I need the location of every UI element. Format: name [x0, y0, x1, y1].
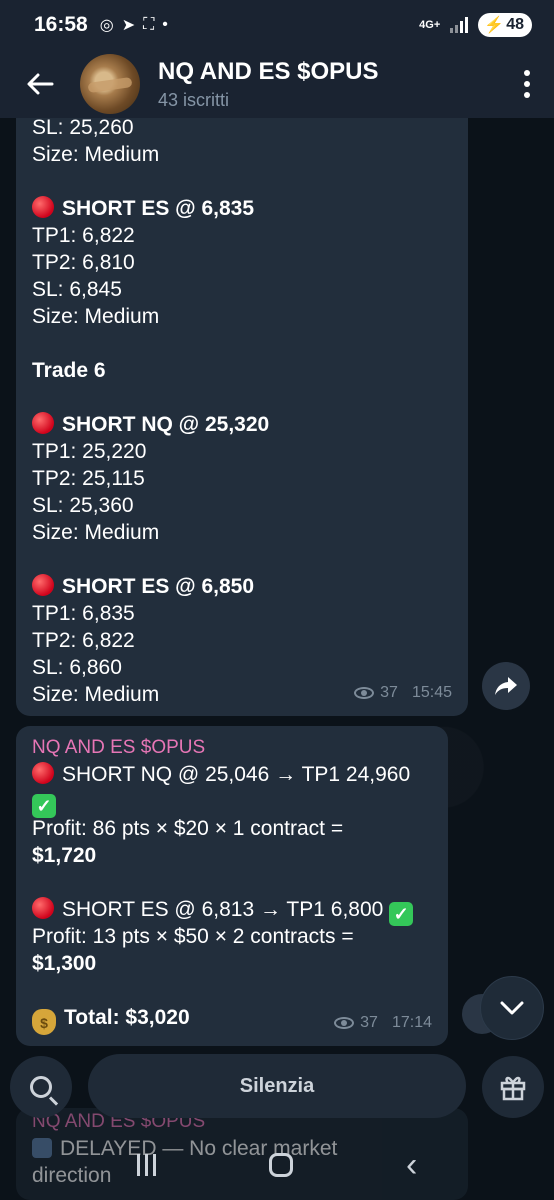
recent-apps-button[interactable]	[136, 1154, 156, 1176]
channel-info[interactable]: NQ AND ES $OPUS 43 iscritti	[158, 58, 379, 111]
battery-level: 48	[506, 16, 524, 33]
dot-icon: •	[162, 16, 168, 33]
trade-result: SHORT ES @ 6,813 → TP1 6,800	[62, 898, 384, 921]
gift-icon	[500, 1076, 526, 1101]
eye-icon	[334, 1016, 355, 1029]
red-circle-icon	[32, 574, 54, 596]
notification-icons: ◎ ➤ ⛶ •	[100, 15, 168, 35]
chat-header: NQ AND ES $OPUS 43 iscritti	[0, 50, 554, 118]
signal-icon	[450, 17, 469, 33]
eye-icon	[354, 686, 375, 699]
channel-avatar[interactable]	[80, 54, 140, 114]
battery-indicator: ⚡ 48	[478, 13, 532, 37]
charging-icon: ⚡	[484, 17, 505, 34]
message-bubble[interactable]: SL: 25,260 Size: Medium SHORT ES @ 6,835…	[16, 100, 468, 716]
nav-back-button[interactable]: ‹	[406, 1148, 417, 1182]
message-line: SL: 25,260	[32, 116, 134, 139]
message-line: TP1: 25,220	[32, 440, 147, 463]
trade-line: SHORT ES @ 6,835	[62, 197, 255, 220]
scroll-down-button[interactable]	[480, 976, 544, 1040]
message-line: TP1: 6,822	[32, 224, 135, 247]
mute-button[interactable]: Silenzia	[88, 1054, 466, 1118]
status-bar: 16:58 ◎ ➤ ⛶ • 4G+ ⚡ 48	[0, 0, 554, 50]
profit-value: $1,720	[32, 844, 97, 867]
bottom-bar: Silenzia	[0, 1046, 554, 1126]
message-line: SL: 6,845	[32, 278, 122, 301]
network-type: 4G+	[419, 18, 441, 31]
message-line: SL: 25,360	[32, 494, 134, 517]
red-circle-icon	[32, 196, 54, 218]
message-meta: 37 15:45	[354, 679, 452, 706]
trade-line: SHORT ES @ 6,850	[62, 575, 255, 598]
whatsapp-icon: ◎	[99, 17, 114, 34]
message-meta: 37 17:14	[334, 1009, 432, 1036]
gift-button[interactable]	[482, 1056, 544, 1118]
share-icon	[495, 677, 517, 695]
view-count: 37	[360, 1014, 378, 1031]
subscriber-count: 43 iscritti	[158, 89, 230, 110]
profit-label: Profit: 13 pts × $50 × 2 contracts =	[32, 925, 354, 948]
forward-button[interactable]	[482, 662, 530, 710]
arrow-left-icon	[27, 73, 54, 95]
message-line: TP2: 6,810	[32, 251, 135, 274]
profit-value: $1,300	[32, 952, 97, 975]
view-count: 37	[380, 684, 398, 701]
trade-heading: Trade 6	[32, 359, 106, 382]
money-bag-icon: $	[32, 1009, 56, 1035]
back-button[interactable]	[0, 50, 80, 118]
channel-title: NQ AND ES $OPUS	[158, 57, 379, 85]
chevron-down-icon	[500, 1001, 524, 1015]
message-time: 17:14	[391, 1014, 432, 1031]
system-status: 4G+ ⚡ 48	[419, 13, 532, 37]
check-mark-icon: ✓	[389, 902, 414, 926]
total-value: Total: $3,020	[64, 1006, 190, 1029]
screenshot-icon: ⛶	[143, 16, 155, 33]
message-line: TP2: 6,822	[32, 629, 135, 652]
message-time: 15:45	[411, 684, 452, 701]
trade-result: SHORT NQ @ 25,046 → TP1 24,960	[62, 763, 411, 786]
red-circle-icon	[32, 412, 54, 434]
sender-name: NQ AND ES $OPUS	[32, 737, 206, 758]
more-options-button[interactable]	[524, 70, 530, 98]
message-line: TP2: 25,115	[32, 467, 145, 490]
message-line: Size: Medium	[32, 521, 160, 544]
status-time: 16:58	[34, 13, 88, 36]
profit-label: Profit: 86 pts × $20 × 1 contract =	[32, 817, 344, 840]
red-circle-icon	[32, 897, 54, 919]
system-navigation-bar: ‹	[0, 1130, 554, 1200]
message-line: TP1: 6,835	[32, 602, 135, 625]
message-line: Size: Medium	[32, 143, 160, 166]
message-line: Size: Medium	[32, 305, 160, 328]
search-icon	[30, 1076, 52, 1098]
message-bubble[interactable]: NQ AND ES $OPUS SHORT NQ @ 25,046 → TP1 …	[16, 726, 448, 1046]
message-line: SL: 6,860	[32, 656, 122, 679]
search-button[interactable]	[10, 1056, 72, 1118]
trade-line: SHORT NQ @ 25,320	[62, 413, 270, 436]
telegram-icon: ➤	[121, 17, 136, 34]
home-button[interactable]	[268, 1153, 293, 1177]
red-circle-icon	[32, 762, 54, 784]
